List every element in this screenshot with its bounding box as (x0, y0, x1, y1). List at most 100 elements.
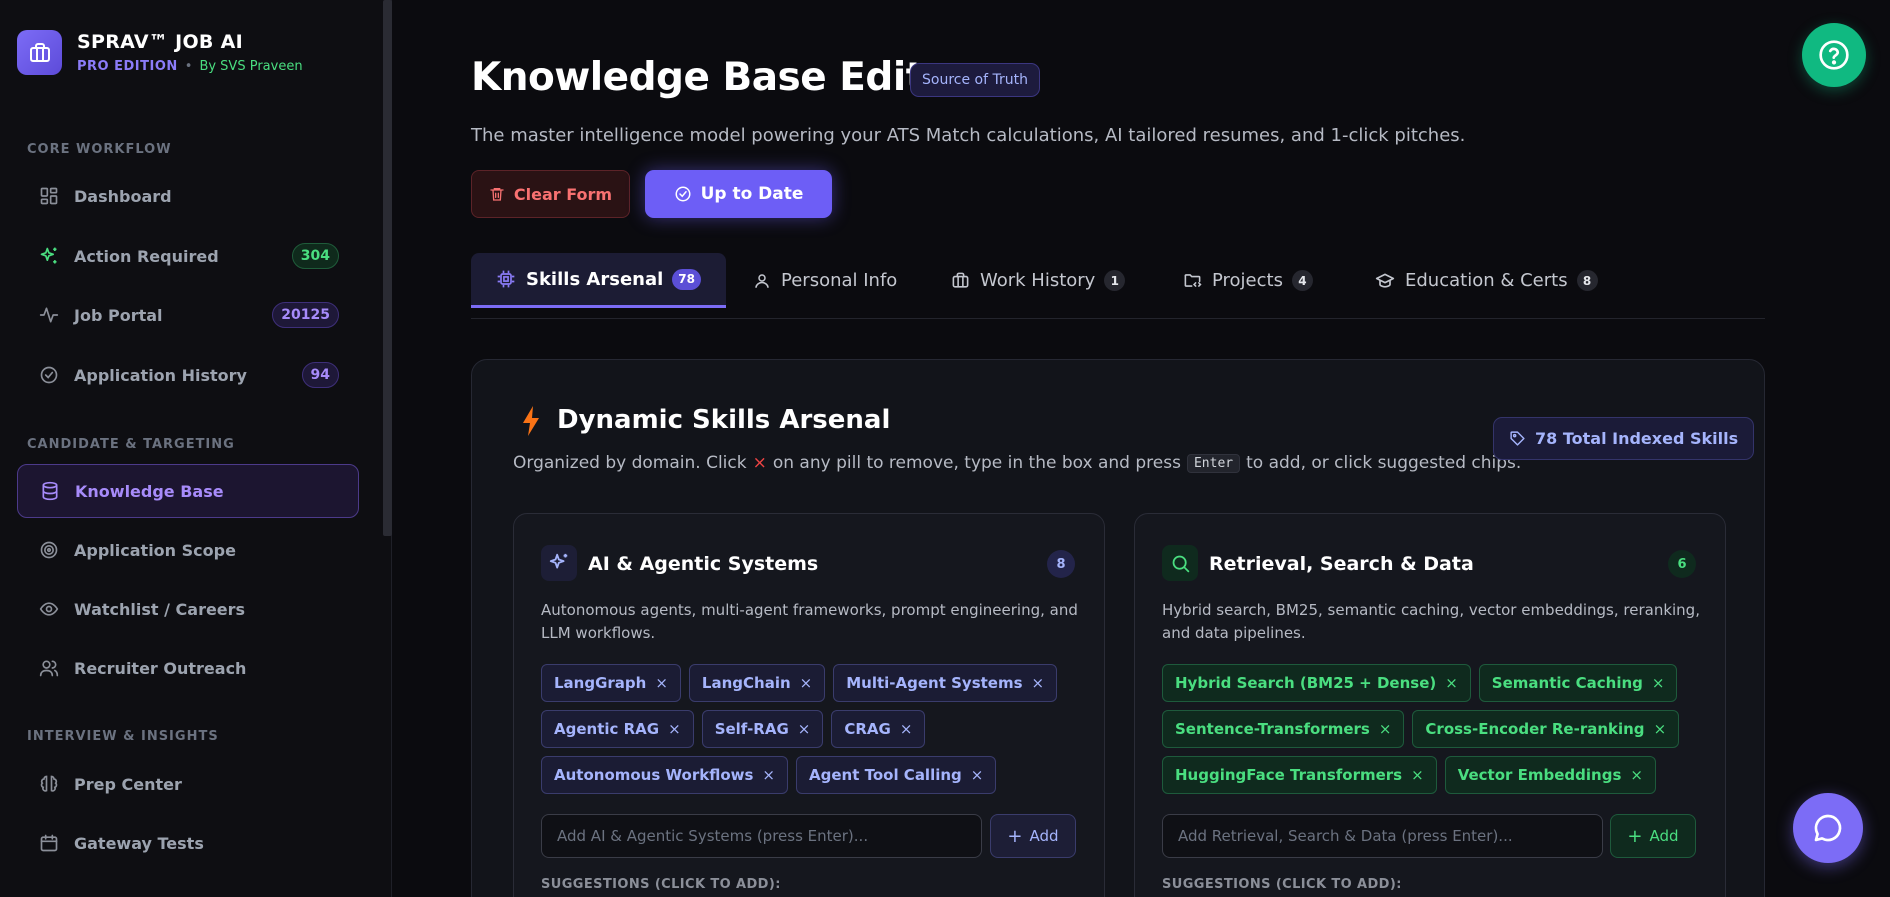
brand[interactable]: SPRAV™ JOB AI PRO EDITION • By SVS Prave… (17, 30, 303, 75)
remove-icon[interactable]: × (1445, 674, 1458, 692)
chip-icon (496, 269, 516, 289)
skill-pill[interactable]: Agent Tool Calling × (796, 756, 997, 794)
sidebar-item-action-required[interactable]: Action Required 304 (17, 229, 359, 283)
sidebar-item-watchlist[interactable]: Watchlist / Careers (17, 582, 359, 636)
remove-icon[interactable]: × (971, 766, 984, 784)
skill-pill[interactable]: Agentic RAG × (541, 710, 694, 748)
brain-icon (38, 773, 60, 795)
source-of-truth-badge: Source of Truth (910, 63, 1040, 97)
page-description: The master intelligence model powering y… (471, 125, 1466, 146)
remove-icon[interactable]: × (655, 674, 668, 692)
dashboard-icon (38, 185, 60, 207)
skill-pill[interactable]: Self-RAG × (701, 710, 824, 748)
skill-label: LangChain (701, 674, 791, 692)
sidebar-item-recruiter-outreach[interactable]: Recruiter Outreach (17, 641, 359, 695)
count-badge: 304 (291, 243, 339, 269)
add-skill-input[interactable] (541, 814, 982, 858)
add-label: Add (1649, 827, 1679, 845)
skill-label: HuggingFace Transformers (1175, 766, 1403, 784)
tab-education-certs[interactable]: Education & Certs 8 (1375, 253, 1598, 308)
sidebar-item-application-scope[interactable]: Application Scope (17, 523, 359, 577)
skill-pill[interactable]: LangChain × (688, 664, 826, 702)
sidebar-item-job-portal[interactable]: Job Portal 20125 (17, 288, 359, 342)
card-title: AI & Agentic Systems (588, 553, 819, 575)
add-skill-button[interactable]: + Add (990, 814, 1076, 858)
skill-pill[interactable]: LangGraph × (541, 664, 681, 702)
tab-count: 8 (1576, 270, 1598, 291)
suggestions-label: SUGGESTIONS (CLICK TO ADD): (541, 877, 781, 892)
remove-icon[interactable]: × (1379, 720, 1392, 738)
eye-icon (38, 598, 60, 620)
remove-icon[interactable]: × (900, 720, 913, 738)
sidebar-item-dashboard[interactable]: Dashboard (17, 169, 359, 223)
remove-icon[interactable]: × (1630, 766, 1643, 784)
add-label: Add (1029, 827, 1059, 845)
skill-pill[interactable]: Semantic Caching × (1478, 664, 1678, 702)
clear-form-button[interactable]: Clear Form (471, 170, 630, 218)
suggestions-label: SUGGESTIONS (CLICK TO ADD): (1162, 877, 1402, 892)
remove-icon[interactable]: × (762, 766, 775, 784)
target-icon (38, 539, 60, 561)
skill-label: Autonomous Workflows (554, 766, 754, 784)
tab-count: 1 (1104, 270, 1126, 291)
remove-icon[interactable]: × (1032, 674, 1045, 692)
tab-bar: Skills Arsenal 78 Personal Info Work His… (471, 253, 1765, 319)
skill-pill[interactable]: Hybrid Search (BM25 + Dense) × (1162, 664, 1471, 702)
clear-form-label: Clear Form (513, 184, 613, 204)
tab-personal-info[interactable]: Personal Info (753, 253, 897, 308)
card-count: 8 (1047, 550, 1075, 578)
sidebar-scrollbar[interactable] (383, 0, 392, 536)
card-title: Retrieval, Search & Data (1209, 553, 1474, 575)
skill-pill[interactable]: CRAG × (831, 710, 926, 748)
sidebar-item-gateway-tests[interactable]: Gateway Tests (17, 816, 359, 870)
remove-icon[interactable]: × (1411, 766, 1424, 784)
skill-pill[interactable]: Sentence-Transformers × (1162, 710, 1405, 748)
tag-icon (1509, 430, 1526, 447)
tab-skills-arsenal[interactable]: Skills Arsenal 78 (471, 253, 726, 308)
app-title: SPRAV™ JOB AI (77, 31, 243, 53)
panel-description: Organized by domain. Click × on any pill… (513, 453, 1521, 473)
skill-pill[interactable]: Multi-Agent Systems × (833, 664, 1058, 702)
add-skill-input[interactable] (1162, 814, 1603, 858)
sidebar-item-label: Application History (74, 365, 247, 385)
up-to-date-label: Up to Date (700, 184, 804, 204)
sidebar-item-knowledge-base[interactable]: Knowledge Base (17, 464, 359, 518)
tab-projects[interactable]: Projects 4 (1183, 253, 1313, 308)
up-to-date-button[interactable]: Up to Date (645, 170, 832, 218)
help-icon (1819, 40, 1849, 70)
skill-pill[interactable]: HuggingFace Transformers × (1162, 756, 1437, 794)
users-icon (38, 657, 60, 679)
edition-label: PRO EDITION (77, 59, 178, 74)
remove-icon[interactable]: × (1652, 674, 1665, 692)
author-label: By SVS Praveen (199, 59, 303, 74)
help-button[interactable] (1802, 23, 1866, 87)
tab-count: 78 (672, 268, 701, 290)
check-circle-icon (674, 185, 692, 203)
section-candidate-targeting: CANDIDATE & TARGETING (27, 437, 235, 452)
remove-icon[interactable]: × (798, 720, 811, 738)
skill-pill[interactable]: Cross-Encoder Re-ranking × (1412, 710, 1680, 748)
sidebar: SPRAV™ JOB AI PRO EDITION • By SVS Prave… (0, 0, 392, 897)
panel-title: Dynamic Skills Arsenal (557, 405, 891, 435)
skill-pill[interactable]: Vector Embeddings × (1444, 756, 1656, 794)
enter-key: Enter (1186, 453, 1241, 473)
remove-icon[interactable]: × (800, 674, 813, 692)
trash-icon (489, 186, 505, 202)
skill-label: Vector Embeddings (1457, 766, 1622, 784)
add-skill-button[interactable]: + Add (1610, 814, 1696, 858)
card-count: 6 (1668, 550, 1696, 578)
skill-pill[interactable]: Autonomous Workflows × (541, 756, 788, 794)
panel-desc-text: on any pill to remove, type in the box a… (772, 453, 1181, 473)
remove-icon[interactable]: × (1654, 720, 1667, 738)
pulse-icon (38, 304, 60, 326)
sidebar-item-label: Gateway Tests (74, 833, 204, 853)
check-circle-icon (38, 364, 60, 386)
tab-work-history[interactable]: Work History 1 (951, 253, 1126, 308)
remove-glyph: × (752, 453, 767, 473)
sidebar-item-application-history[interactable]: Application History 94 (17, 348, 359, 402)
remove-icon[interactable]: × (668, 720, 681, 738)
sparkles-icon (541, 545, 577, 581)
panel-desc-text: Organized by domain. Click (513, 453, 747, 473)
sidebar-item-prep-center[interactable]: Prep Center (17, 757, 359, 811)
chat-button[interactable] (1793, 793, 1863, 863)
